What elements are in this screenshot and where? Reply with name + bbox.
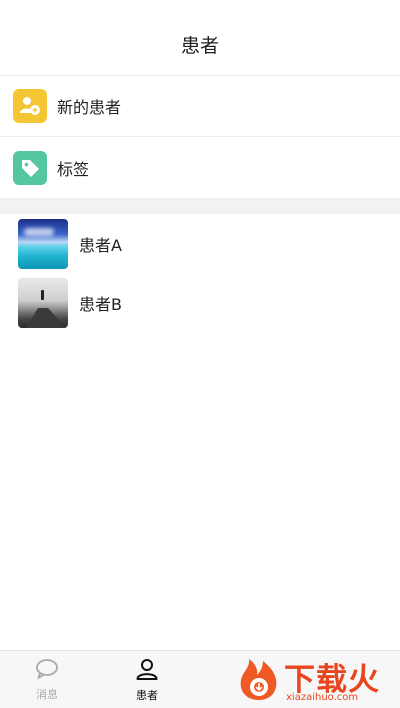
patient-name: 患者A (79, 236, 122, 255)
tab-label: 消息 (36, 688, 58, 701)
patient-list-item[interactable]: 患者A (0, 214, 400, 274)
chat-bubble-icon (35, 658, 59, 684)
tag-icon (13, 150, 47, 185)
patient-name: 患者B (79, 295, 122, 314)
flame-icon (240, 659, 277, 700)
person-icon (135, 657, 159, 685)
menu-item-label: 标签 (57, 159, 90, 179)
avatar (18, 219, 68, 269)
menu-item-label: 新的患者 (57, 98, 122, 117)
page-title: 患者 (180, 35, 219, 57)
patient-list-item[interactable]: 患者B (0, 273, 400, 333)
avatar (18, 278, 68, 328)
tab-messages[interactable]: 消息 (17, 651, 77, 708)
watermark-logo: 下载火 xiazaihuo.com (236, 654, 400, 708)
menu-item-tags[interactable]: 标签 (0, 137, 400, 198)
menu-item-new-patient[interactable]: 新的患者 (0, 76, 400, 137)
page-header: 患者 (0, 0, 400, 76)
tab-patients[interactable]: 患者 (117, 651, 177, 708)
add-user-icon (13, 89, 47, 123)
tab-label: 患者 (136, 689, 158, 702)
section-divider (0, 198, 400, 214)
watermark-url: xiazaihuo.com (286, 692, 359, 703)
